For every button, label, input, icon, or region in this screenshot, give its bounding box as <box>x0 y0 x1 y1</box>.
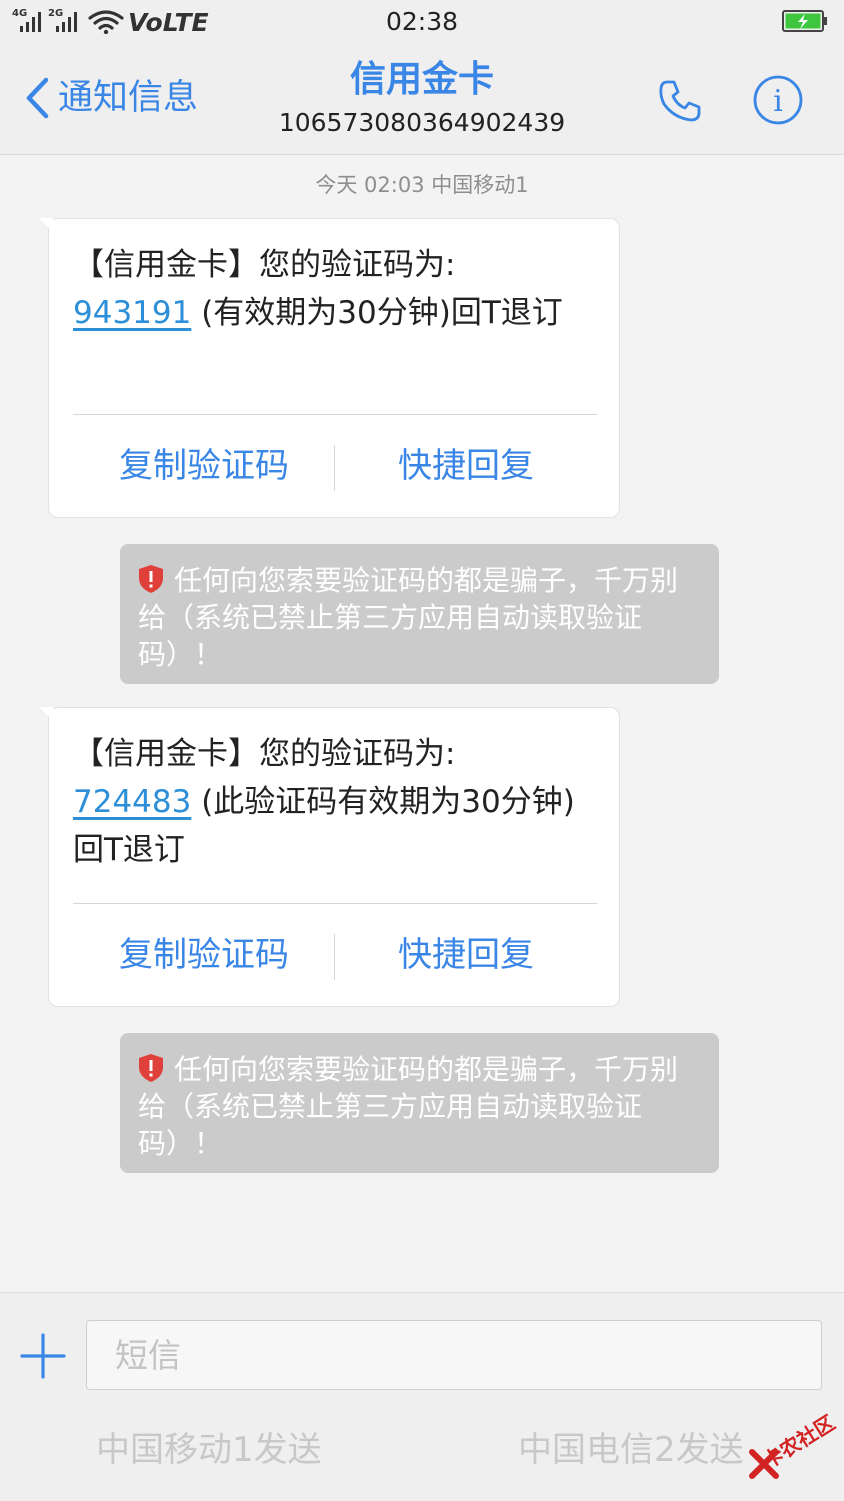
message-actions: 复制验证码 快捷回复 <box>49 904 621 1007</box>
security-warning: 任何向您索要验证码的都是骗子，千万别给（系统已禁止第三方应用自动读取验证码）！ <box>120 1033 719 1173</box>
message-text: 【信用金卡】您的验证码为: 943191 (有效期为30分钟)回T退订 <box>73 241 603 337</box>
message-suffix: (有效期为30分钟)回T退订 <box>191 295 563 331</box>
watermark-text: 卡农社区 <box>758 1410 840 1474</box>
contact-number: 106573080364902439 <box>278 108 566 137</box>
contact-name: 信用金卡 <box>349 59 494 100</box>
warning-text: 任何向您索要验证码的都是骗子，千万别给（系统已禁止第三方应用自动读取验证码）！ <box>138 564 679 671</box>
send-sim2-button[interactable]: 中国电信2发送 <box>518 1425 744 1475</box>
message-text: 【信用金卡】您的验证码为: 724483 (此验证码有效期为30分钟)回T退订 <box>73 730 603 874</box>
quick-reply-button[interactable]: 快捷回复 <box>335 415 597 518</box>
copy-code-button[interactable]: 复制验证码 <box>73 904 335 1007</box>
message-prefix: 【信用金卡】您的验证码为: <box>73 247 456 283</box>
status-bar: 4G 2G VoLTE 02:38 <box>0 0 844 46</box>
watermark: 卡农社区 <box>744 1404 840 1484</box>
quick-reply-button[interactable]: 快捷回复 <box>335 904 597 1007</box>
compose-area: 中国移动1发送 中国电信2发送 <box>0 1292 844 1501</box>
status-time: 02:38 <box>385 7 459 36</box>
date-stamp: 今天 02:03 中国移动1 <box>315 173 529 197</box>
conversation-header: 通知信息 信用金卡 106573080364902439 i <box>0 46 844 155</box>
warning-text: 任何向您索要验证码的都是骗子，千万别给（系统已禁止第三方应用自动读取验证码）！ <box>138 1053 679 1160</box>
message-prefix: 【信用金卡】您的验证码为: <box>73 736 456 772</box>
svg-text:i: i <box>773 84 783 119</box>
verification-code-link[interactable]: 943191 <box>73 295 191 331</box>
battery-icon <box>782 10 827 32</box>
message-bubble: 【信用金卡】您的验证码为: 724483 (此验证码有效期为30分钟)回T退订 … <box>39 707 621 1007</box>
copy-code-button[interactable]: 复制验证码 <box>73 415 335 518</box>
message-actions: 复制验证码 快捷回复 <box>49 415 621 518</box>
info-icon[interactable]: i <box>752 74 804 126</box>
plus-icon[interactable] <box>18 1331 68 1381</box>
verification-code-link[interactable]: 724483 <box>73 784 191 820</box>
message-bubble: 【信用金卡】您的验证码为: 943191 (有效期为30分钟)回T退订 复制验证… <box>39 218 621 518</box>
phone-icon[interactable] <box>654 74 706 126</box>
security-warning: 任何向您索要验证码的都是骗子，千万别给（系统已禁止第三方应用自动读取验证码）！ <box>120 544 719 684</box>
send-sim1-button[interactable]: 中国移动1发送 <box>96 1425 322 1475</box>
sms-input[interactable] <box>86 1320 822 1390</box>
